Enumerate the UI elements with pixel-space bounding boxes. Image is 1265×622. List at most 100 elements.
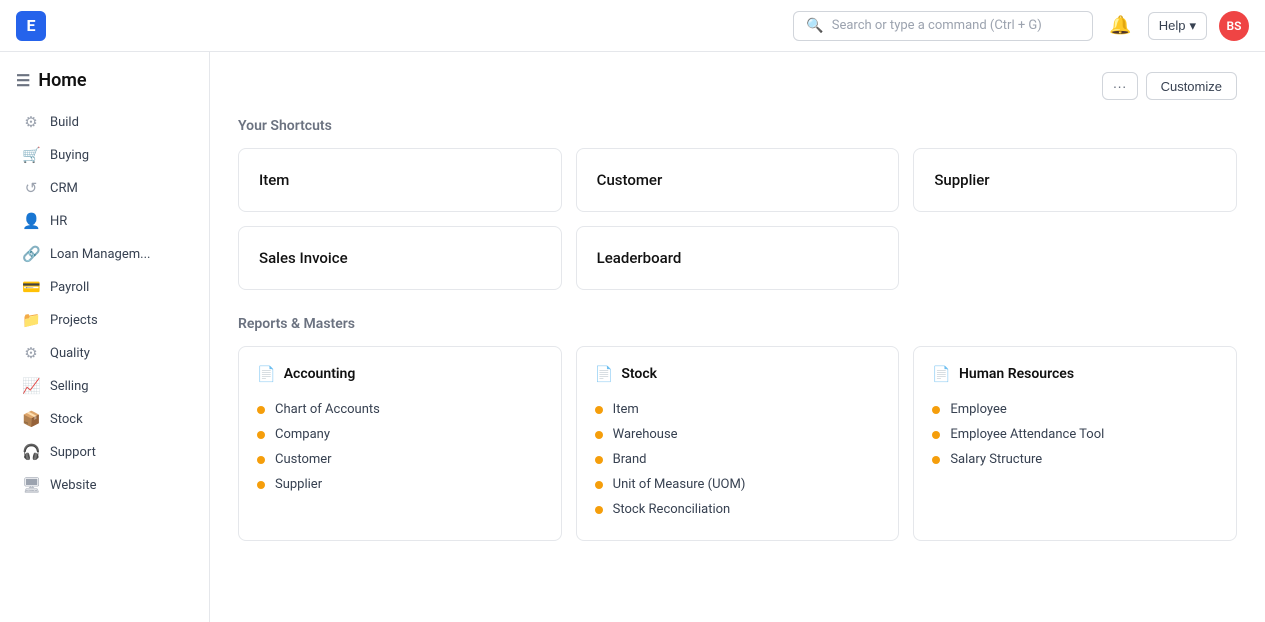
sidebar-item-buying[interactable]: 🛒 Buying [6, 139, 203, 171]
report-item-chart-of-accounts[interactable]: Chart of Accounts [257, 397, 543, 422]
main-content: ··· Customize Your Shortcuts ItemCustome… [210, 52, 1265, 622]
sidebar-item-label: Build [50, 115, 79, 130]
app-logo[interactable]: E [16, 11, 46, 41]
buying-icon: 🛒 [22, 146, 40, 164]
crm-icon: ↺ [22, 179, 40, 197]
support-icon: 🎧 [22, 443, 40, 461]
report-item-item[interactable]: Item [595, 397, 881, 422]
report-item-label: Brand [613, 452, 647, 467]
sidebar-item-label: Payroll [50, 280, 89, 295]
report-item-salary-structure[interactable]: Salary Structure [932, 447, 1218, 472]
sidebar-toggle-icon[interactable]: ☰ [16, 71, 30, 90]
selling-icon: 📈 [22, 377, 40, 395]
sidebar-item-website[interactable]: 🖥 Website [6, 469, 203, 501]
more-options-button[interactable]: ··· [1102, 72, 1138, 100]
notifications-button[interactable]: 🔔 [1105, 11, 1135, 40]
shortcut-card-item[interactable]: Item [238, 148, 562, 212]
sidebar-item-label: Selling [50, 379, 89, 394]
sidebar-item-label: Projects [50, 313, 98, 328]
report-card-stock: 📄 Stock Item Warehouse Brand Unit of Measure … [576, 346, 900, 541]
reports-section-title: Reports & Masters [238, 316, 1237, 332]
shortcuts-section-title: Your Shortcuts [238, 118, 1237, 134]
dot-icon [932, 406, 940, 414]
shortcut-empty [913, 226, 1237, 290]
dot-icon [257, 481, 265, 489]
accounting-card-title: Accounting [284, 366, 356, 382]
sidebar-item-stock[interactable]: 📦 Stock [6, 403, 203, 435]
shortcut-card-customer[interactable]: Customer [576, 148, 900, 212]
sidebar-item-label: Stock [50, 412, 83, 427]
quality-icon: ⚙ [22, 344, 40, 362]
sidebar-item-payroll[interactable]: 💳 Payroll [6, 271, 203, 303]
loan-icon: 🔗 [22, 245, 40, 263]
help-button[interactable]: Help ▾ [1148, 12, 1207, 40]
sidebar-item-build[interactable]: ⚙Build [6, 106, 203, 138]
dot-icon [257, 406, 265, 414]
sidebar: ☰ Home ⚙Build🛒Buying↺CRM👤HR🔗Loan Managem… [0, 52, 210, 622]
report-item-label: Item [613, 402, 639, 417]
report-item-label: Supplier [275, 477, 322, 492]
sidebar-item-crm[interactable]: ↺ CRM [6, 172, 203, 204]
stock-card-icon: 📄 [595, 365, 614, 383]
dot-icon [932, 456, 940, 464]
report-item-label: Company [275, 427, 330, 442]
reports-grid: 📄 Accounting Chart of Accounts Company Custo… [238, 346, 1237, 541]
report-item-label: Employee [950, 402, 1006, 417]
sidebar-item-quality[interactable]: ⚙ Quality [6, 337, 203, 369]
human-resources-card-icon: 📄 [932, 365, 951, 383]
report-item-company[interactable]: Company [257, 422, 543, 447]
dot-icon [595, 431, 603, 439]
human-resources-card-title: Human Resources [959, 366, 1074, 382]
report-item-warehouse[interactable]: Warehouse [595, 422, 881, 447]
report-item-employee[interactable]: Employee [932, 397, 1218, 422]
shortcut-card-supplier[interactable]: Supplier [913, 148, 1237, 212]
search-placeholder: Search or type a command (Ctrl + G) [832, 18, 1042, 33]
page-title: Home [38, 70, 86, 91]
report-item-brand[interactable]: Brand [595, 447, 881, 472]
projects-icon: 📁 [22, 311, 40, 329]
payroll-icon: 💳 [22, 278, 40, 296]
dot-icon [257, 456, 265, 464]
dot-icon [595, 406, 603, 414]
dot-icon [932, 431, 940, 439]
accounting-card-icon: 📄 [257, 365, 276, 383]
search-bar[interactable]: 🔍 Search or type a command (Ctrl + G) [793, 11, 1093, 41]
sidebar-item-label: Support [50, 445, 96, 460]
dot-icon [595, 456, 603, 464]
sidebar-item-loan[interactable]: 🔗Loan Managem... [6, 238, 203, 270]
report-item-label: Customer [275, 452, 332, 467]
report-item-label: Employee Attendance Tool [950, 427, 1104, 442]
report-item-label: Salary Structure [950, 452, 1042, 467]
report-item-supplier[interactable]: Supplier [257, 472, 543, 497]
sidebar-item-selling[interactable]: 📈 Selling [6, 370, 203, 402]
sidebar-item-label: HR [50, 214, 67, 229]
sidebar-item-label: Quality [50, 346, 90, 361]
sidebar-item-label: CRM [50, 181, 78, 196]
shortcut-card-leaderboard[interactable]: Leaderboard [576, 226, 900, 290]
report-card-accounting: 📄 Accounting Chart of Accounts Company Custo… [238, 346, 562, 541]
sidebar-item-support[interactable]: 🎧 Support [6, 436, 203, 468]
stock-icon: 📦 [22, 410, 40, 428]
report-item-customer[interactable]: Customer [257, 447, 543, 472]
report-item-stock-reconciliation[interactable]: Stock Reconciliation [595, 497, 881, 522]
chevron-down-icon: ▾ [1189, 18, 1196, 34]
stock-card-title: Stock [621, 366, 657, 382]
search-icon: 🔍 [806, 18, 823, 34]
sidebar-item-projects[interactable]: 📁 Projects [6, 304, 203, 336]
customize-button[interactable]: Customize [1146, 72, 1237, 100]
sidebar-item-label: Website [50, 478, 97, 493]
dot-icon [595, 506, 603, 514]
dot-icon [257, 431, 265, 439]
avatar[interactable]: BS [1219, 11, 1249, 41]
report-item-label: Stock Reconciliation [613, 502, 731, 517]
website-icon: 🖥 [22, 476, 40, 494]
report-item-employee-attendance-tool[interactable]: Employee Attendance Tool [932, 422, 1218, 447]
sidebar-item-label: Buying [50, 148, 89, 163]
shortcut-card-sales-invoice[interactable]: Sales Invoice [238, 226, 562, 290]
report-item-label: Warehouse [613, 427, 678, 442]
report-card-human-resources: 📄 Human Resources Employee Employee Attenda… [913, 346, 1237, 541]
report-item-unit-of-measure--uom-[interactable]: Unit of Measure (UOM) [595, 472, 881, 497]
shortcuts-grid: ItemCustomerSupplier Sales InvoiceLeaderb… [238, 148, 1237, 290]
sidebar-item-hr[interactable]: 👤HR [6, 205, 203, 237]
report-item-label: Unit of Measure (UOM) [613, 477, 746, 492]
